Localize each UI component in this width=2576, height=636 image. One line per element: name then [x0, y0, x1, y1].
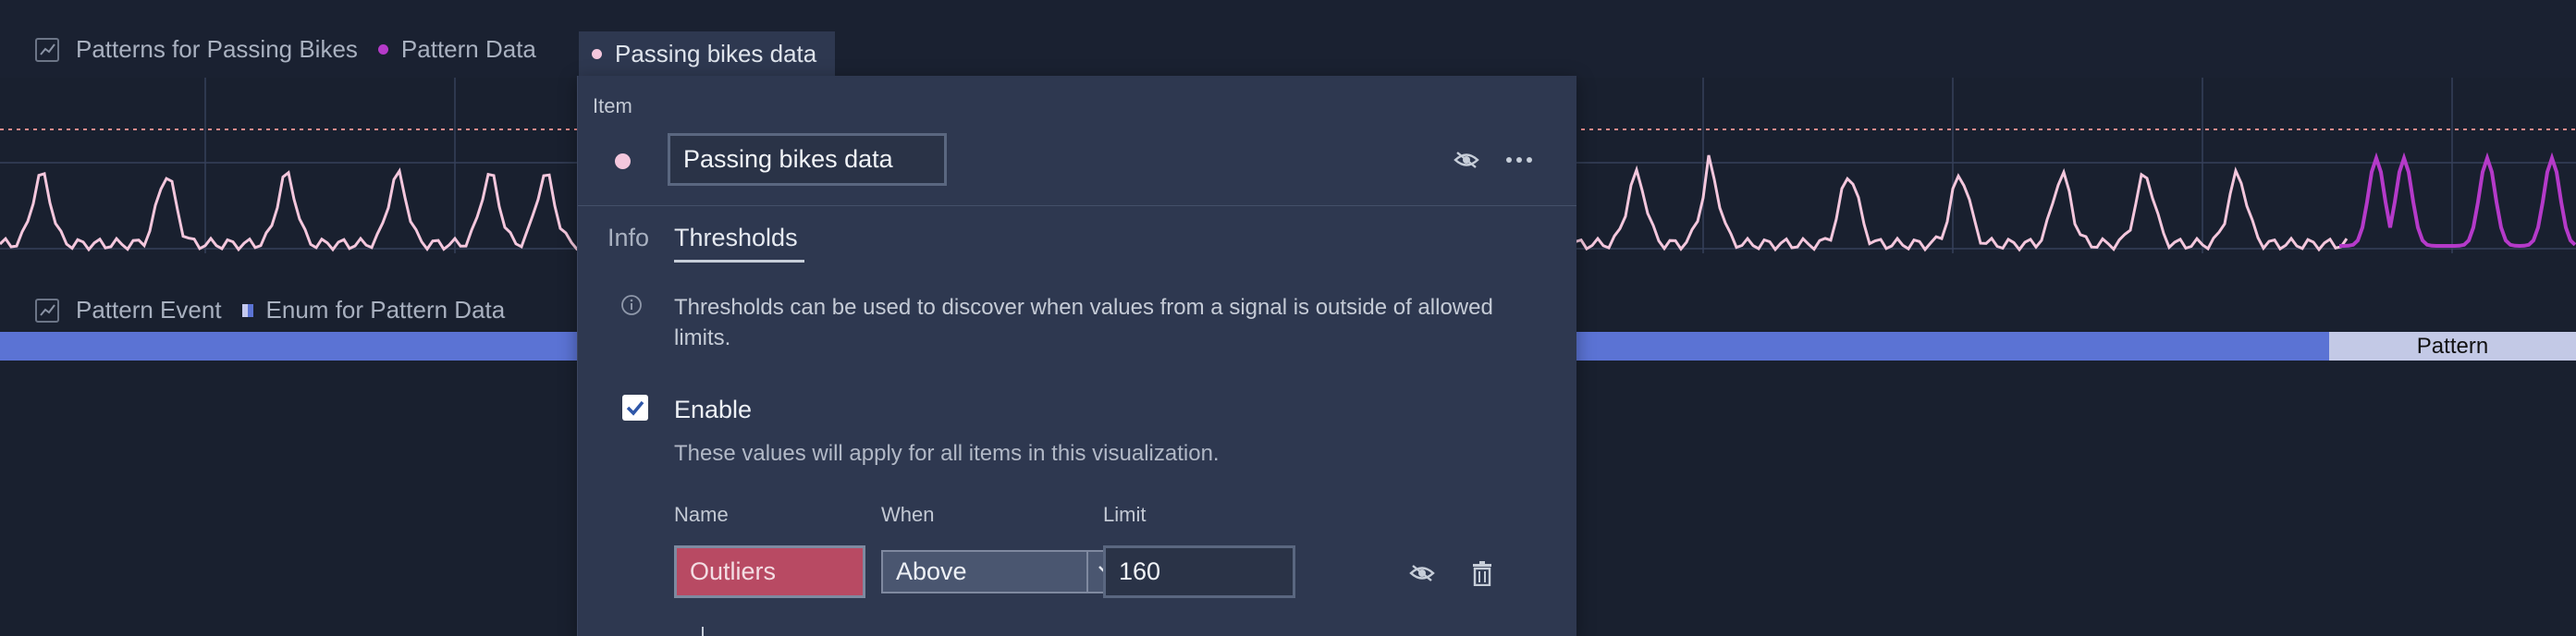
tab-thresholds[interactable]: Thresholds — [674, 224, 798, 252]
tab-info[interactable]: Info — [607, 224, 649, 252]
legend-top: Patterns for Passing Bikes Pattern Data — [35, 35, 536, 64]
item-properties-panel: Item Passing bikes data Info Thresholds … — [577, 76, 1576, 636]
series-pattern-data — [2339, 152, 2576, 249]
eye-off-icon[interactable] — [1453, 146, 1480, 174]
legend-bottom: Pattern Event Enum for Pattern Data — [35, 296, 505, 324]
legend-item-patterns[interactable]: Patterns for Passing Bikes — [76, 35, 358, 64]
when-select-value: Above — [896, 557, 967, 585]
when-select[interactable]: Above — [881, 550, 1135, 593]
trash-icon[interactable] — [1469, 558, 1495, 588]
info-icon — [620, 294, 643, 316]
series-color-dot-icon[interactable] — [615, 153, 631, 169]
line-chart-icon[interactable] — [35, 298, 59, 323]
column-name-label: Name — [674, 503, 729, 526]
active-tab-indicator — [674, 260, 804, 263]
item-name-input[interactable]: Passing bikes data — [668, 133, 947, 186]
legend-item-enum[interactable]: Enum for Pattern Data — [266, 296, 506, 324]
add-threshold-icon[interactable] — [702, 627, 704, 636]
threshold-limit-input[interactable]: 160 — [1103, 545, 1295, 598]
column-when-label: When — [881, 503, 935, 526]
legend-item-pattern-event[interactable]: Pattern Event — [76, 296, 222, 324]
event-pattern-segment[interactable]: Pattern — [2329, 332, 2576, 361]
section-label: Item — [593, 94, 632, 117]
enable-checkbox[interactable] — [622, 395, 648, 421]
eye-off-icon[interactable] — [1408, 559, 1436, 587]
more-icon[interactable] — [1503, 146, 1536, 174]
apply-note: These values will apply for all items in… — [674, 441, 1220, 466]
column-limit-label: Limit — [1103, 503, 1147, 526]
legend-item-pattern-data[interactable]: Pattern Data — [401, 35, 536, 64]
threshold-name-input[interactable]: Outliers — [674, 545, 865, 598]
pattern-data-dot-icon — [377, 44, 388, 55]
line-chart-icon[interactable] — [35, 37, 59, 62]
divider — [578, 205, 1576, 206]
enum-swatch-icon — [241, 303, 253, 317]
passing-bikes-dot-icon — [592, 48, 602, 59]
thresholds-info-text: Thresholds can be used to discover when … — [674, 295, 1493, 350]
enable-label[interactable]: Enable — [674, 396, 752, 424]
legend-item-passing-bikes-label: Passing bikes data — [615, 39, 817, 67]
check-icon — [626, 400, 644, 416]
legend-item-passing-bikes[interactable]: Passing bikes data — [579, 31, 836, 76]
